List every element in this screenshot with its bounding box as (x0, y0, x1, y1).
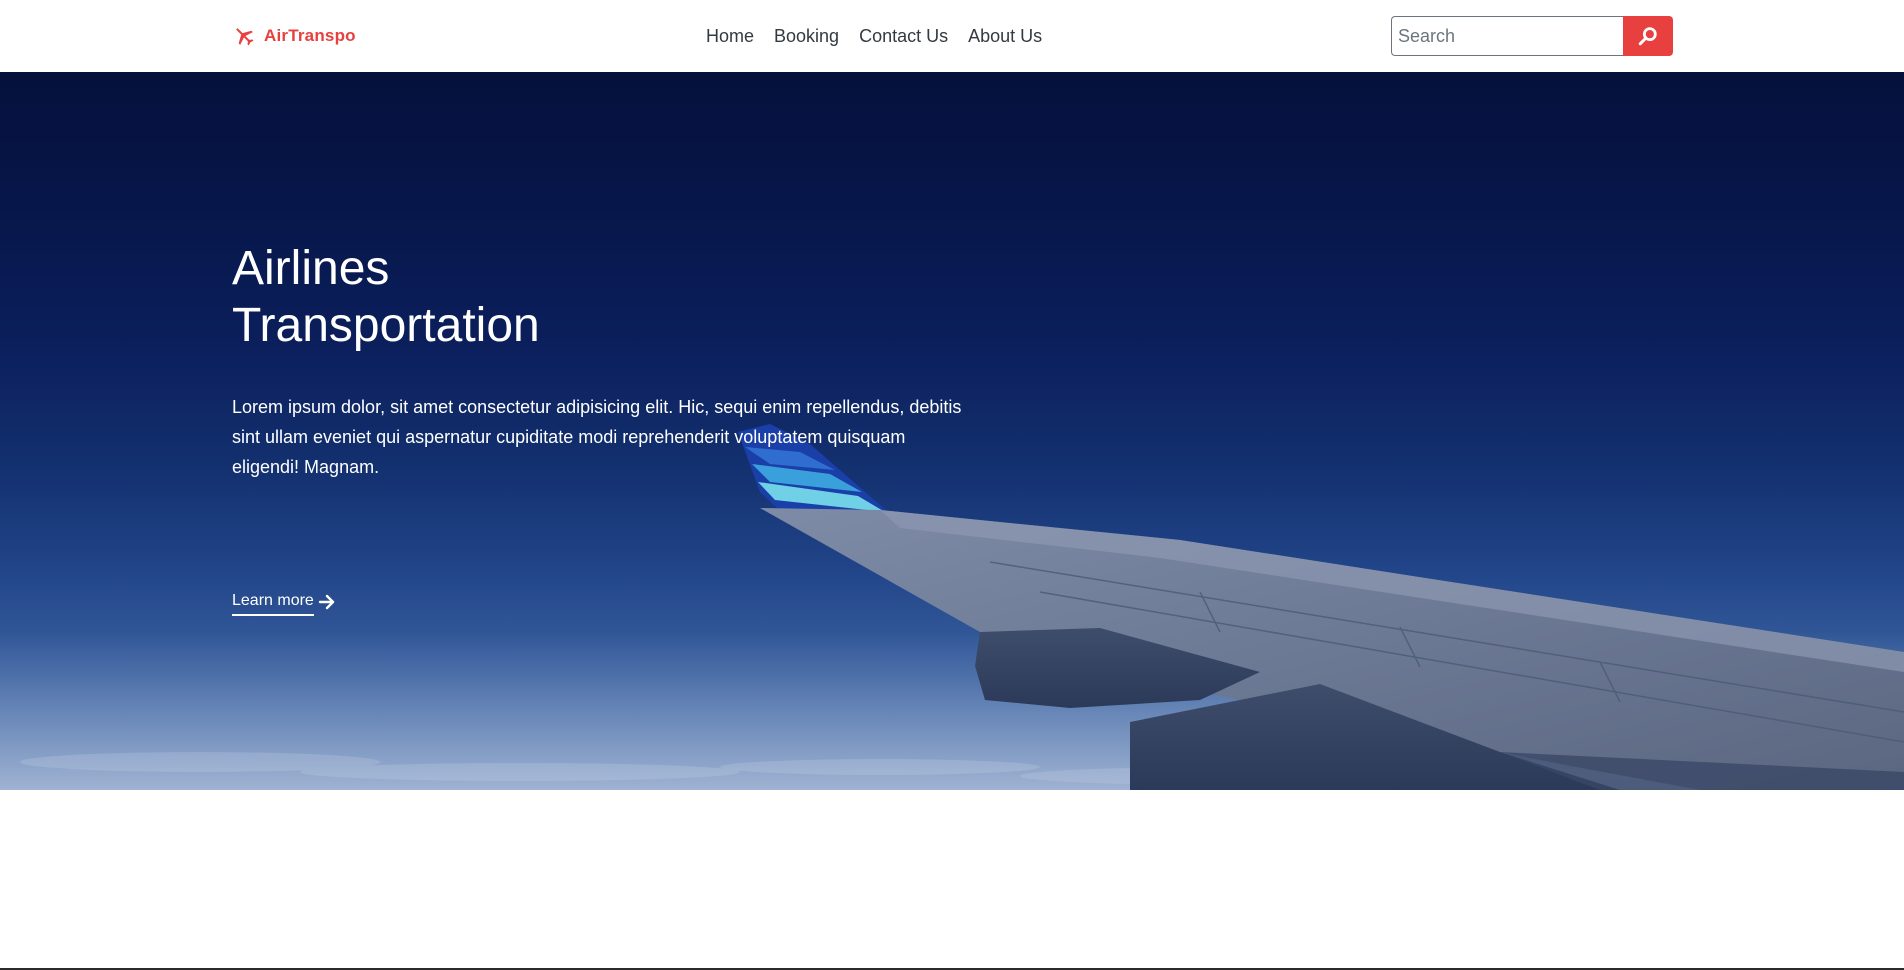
nav-item-home: Home (706, 24, 754, 48)
search-icon (1638, 27, 1657, 46)
nav-link-about-us[interactable]: About Us (968, 26, 1042, 46)
brand-logo-link[interactable]: AirTranspo (232, 22, 356, 50)
hero-title: Airlines Transportation (232, 240, 992, 354)
arrow-right-icon (318, 594, 335, 610)
hero-title-line-2: Transportation (232, 299, 540, 352)
search-button[interactable] (1623, 16, 1673, 56)
nav-link-booking[interactable]: Booking (774, 26, 839, 46)
nav-item-about: About Us (968, 24, 1042, 48)
main-nav: Home Booking Contact Us About Us (706, 24, 1042, 48)
learn-more-link[interactable]: Learn more (232, 592, 336, 616)
nav-item-contact: Contact Us (859, 24, 948, 48)
hero-section: Airlines Transportation Lorem ipsum dolo… (0, 72, 1904, 790)
plane-icon (236, 28, 254, 46)
learn-more-label: Learn more (232, 592, 314, 616)
nav-link-contact-us[interactable]: Contact Us (859, 26, 948, 46)
brand-name: AirTranspo (264, 26, 356, 45)
hero-description: Lorem ipsum dolor, sit amet consectetur … (232, 397, 962, 477)
hero-title-line-1: Airlines (232, 242, 390, 295)
nav-link-home[interactable]: Home (706, 26, 754, 46)
hero-content: Airlines Transportation Lorem ipsum dolo… (232, 240, 992, 616)
top-navbar: AirTranspo Home Booking Contact Us About… (0, 0, 1904, 72)
nav-item-booking: Booking (774, 24, 839, 48)
search-input[interactable] (1391, 16, 1623, 56)
search-form (1391, 16, 1673, 56)
